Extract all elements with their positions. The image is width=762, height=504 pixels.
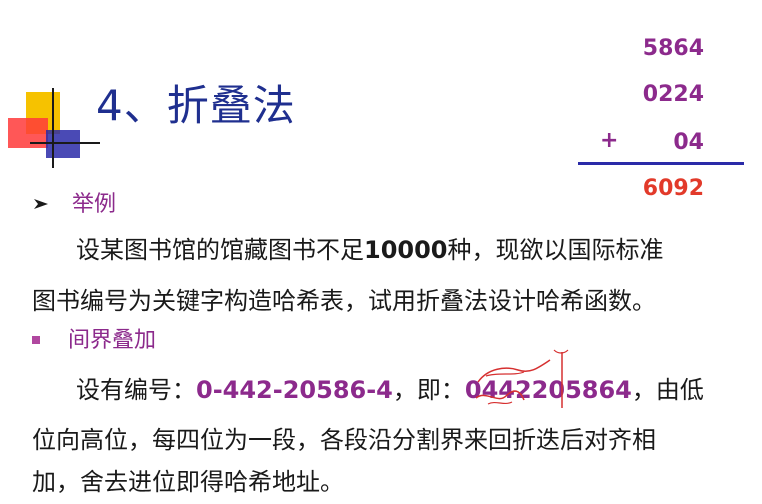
addend-1: 5864 [642,36,704,61]
boundary-text: ，即： [392,376,465,404]
bullet-boundary-folding-label: 间界叠加 [68,328,157,353]
addend-2: 0224 [642,82,704,107]
example-line-1: 设某图书馆的馆藏图书不足10000种，现欲以国际标准 [76,230,664,265]
count-value: 10000 [364,236,448,264]
boundary-text: 设有编号： [76,376,196,404]
isbn-number: 0-442-20586-4 [196,376,393,404]
slide: 4、折叠法 5864 0224 + 04 6092 举例 设某图书馆的馆藏图书不… [0,0,762,504]
addend-3: 04 [673,130,704,155]
logo-horizontal-line [30,142,100,144]
sum-result: 6092 [642,176,704,201]
example-line-2: 图书编号为关键字构造哈希表，试用折叠法设计哈希函数。 [32,287,656,315]
decorative-logo [0,82,100,172]
bullet-example-label: 举例 [72,192,117,217]
boundary-text: ，由低 [631,376,704,404]
boundary-line-2: 位向高位，每四位为一段，各段沿分割界来回折迭后对齐相 [32,426,656,454]
slide-title: 4、折叠法 [96,81,296,130]
boundary-line-3: 加，舍去进位即得哈希地址。 [32,468,344,496]
logo-vertical-line [52,88,54,168]
arrow-bullet-icon [34,199,48,209]
plus-sign: + [600,128,619,153]
example-text: 种，现欲以国际标准 [447,236,664,264]
sum-rule-line [578,162,744,165]
example-text: 设某图书馆的馆藏图书不足 [76,236,364,264]
isbn-digits: 0442205864 [464,376,632,404]
boundary-line-1: 设有编号：0-442-20586-4，即：0442205864，由低 [76,370,704,405]
square-bullet-icon [32,336,40,344]
